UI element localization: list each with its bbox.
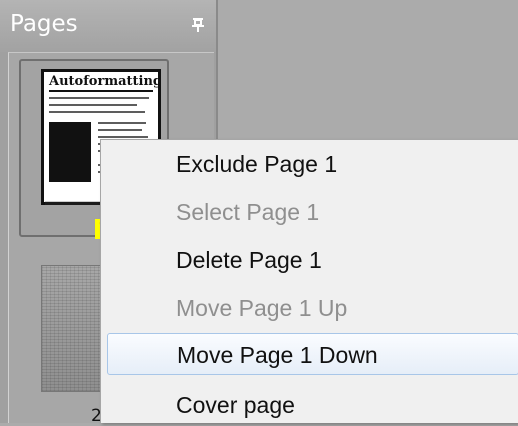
- page-context-menu[interactable]: Exclude Page 1 Select Page 1 Delete Page…: [100, 139, 518, 423]
- thumbnail-text-line: [49, 111, 145, 113]
- menu-item-label: Move Page 1 Up: [176, 295, 348, 321]
- menu-item-select-page-1[interactable]: Select Page 1: [107, 190, 518, 232]
- menu-item-move-page-1-up[interactable]: Move Page 1 Up: [107, 286, 518, 328]
- page-1-thumbnail-title: Autoformatting: [49, 74, 161, 89]
- pages-panel-title: Pages: [10, 11, 78, 37]
- menu-item-label: Move Page 1 Down: [177, 342, 378, 368]
- pin-icon[interactable]: [191, 17, 205, 33]
- thumbnail-text-line: [49, 104, 137, 106]
- pages-panel-header: Pages: [0, 0, 216, 52]
- menu-item-exclude-page-1[interactable]: Exclude Page 1: [107, 142, 518, 184]
- menu-item-label: Select Page 1: [176, 199, 320, 225]
- thumbnail-image-block: [49, 122, 91, 182]
- menu-item-move-page-1-down[interactable]: Move Page 1 Down: [107, 333, 518, 375]
- menu-item-delete-page-1[interactable]: Delete Page 1: [107, 238, 518, 280]
- menu-item-label: Exclude Page 1: [176, 151, 338, 177]
- thumbnail-text-line: [98, 122, 146, 124]
- menu-item-label: Cover page: [176, 392, 295, 418]
- thumbnail-rule: [49, 90, 153, 92]
- menu-item-label: Delete Page 1: [176, 247, 322, 273]
- menu-item-cover-page[interactable]: Cover page: [107, 383, 518, 425]
- thumbnail-text-line: [49, 97, 149, 99]
- thumbnail-text-line: [98, 136, 148, 138]
- thumbnail-text-line: [98, 129, 142, 131]
